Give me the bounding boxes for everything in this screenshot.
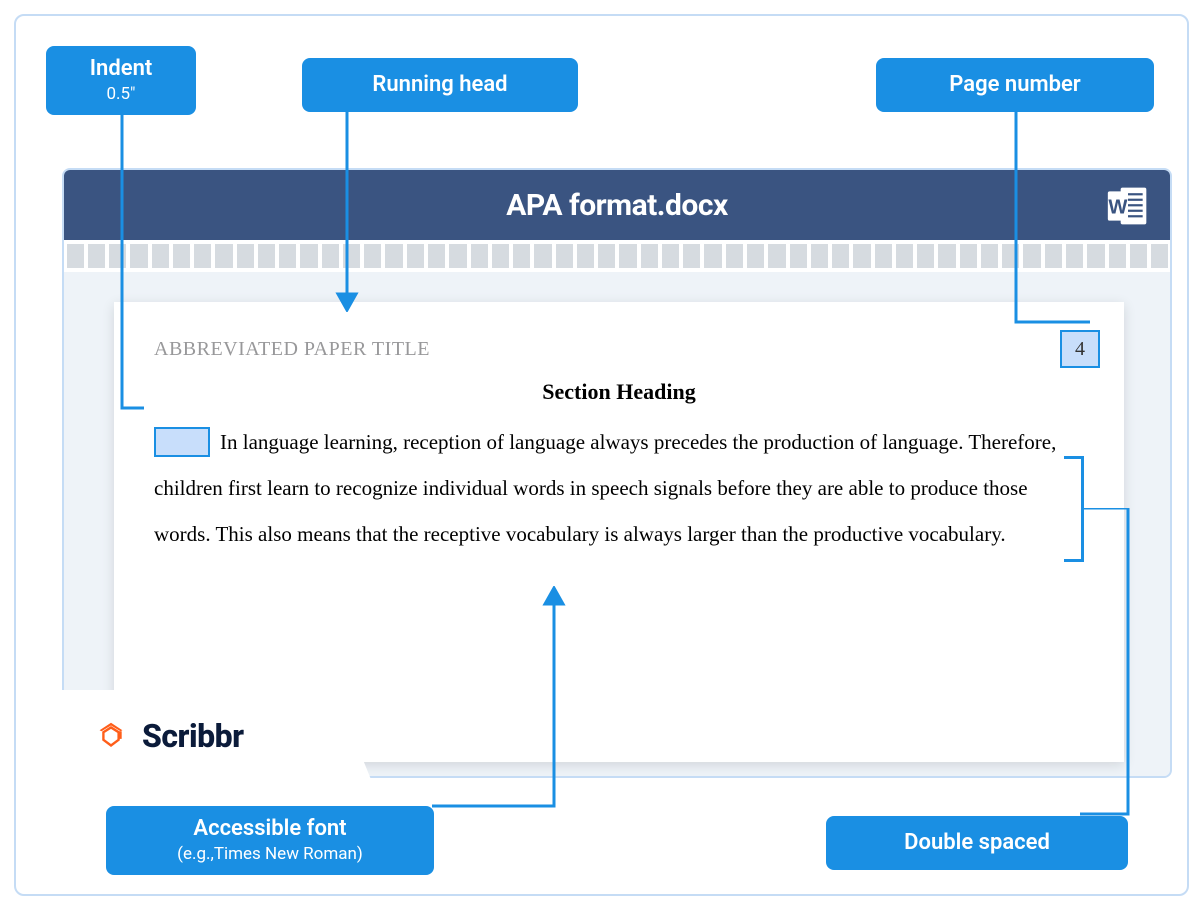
connector-accessible-font — [428, 586, 568, 808]
label-indent-title: Indent — [90, 56, 153, 81]
document-filename: APA format.docx — [506, 188, 727, 223]
label-running-head-text: Running head — [372, 72, 507, 97]
label-double-spaced: Double spaced — [826, 816, 1128, 870]
ruler — [64, 240, 1170, 272]
connector-running-head — [332, 112, 362, 312]
connector-indent — [108, 108, 148, 418]
label-running-head: Running head — [302, 58, 578, 112]
diagram-frame: Indent 0.5" Running head Page number APA… — [14, 14, 1189, 896]
label-indent: Indent 0.5" — [46, 46, 196, 115]
label-page-number: Page number — [876, 58, 1154, 112]
titlebar: APA format.docx W — [64, 170, 1170, 240]
word-icon: W — [1106, 184, 1150, 228]
body-paragraph: In language learning, reception of langu… — [154, 419, 1084, 558]
indent-highlight — [154, 427, 210, 457]
scribbr-logo-text: Scribbr — [142, 717, 244, 755]
page-number-box: 4 — [1060, 330, 1100, 368]
label-accessible-font: Accessible font (e.g.,Times New Roman) — [106, 806, 434, 875]
page-number-value: 4 — [1075, 338, 1085, 361]
body-text-content: In language learning, reception of langu… — [154, 430, 1056, 546]
scribbr-badge: Scribbr — [62, 690, 372, 782]
label-accessible-font-title: Accessible font — [193, 816, 346, 841]
svg-text:W: W — [1108, 196, 1127, 218]
section-heading: Section Heading — [154, 379, 1084, 405]
scribbr-logo-icon — [92, 717, 130, 755]
connector-double-spaced — [1078, 508, 1138, 820]
running-head-text: ABBREVIATED PAPER TITLE — [154, 338, 1084, 361]
label-indent-sub: 0.5" — [64, 84, 178, 104]
label-accessible-font-sub: (e.g.,Times New Roman) — [124, 844, 416, 864]
label-page-number-text: Page number — [949, 72, 1080, 97]
connector-page-number — [1006, 112, 1096, 330]
label-double-spaced-text: Double spaced — [904, 830, 1050, 855]
